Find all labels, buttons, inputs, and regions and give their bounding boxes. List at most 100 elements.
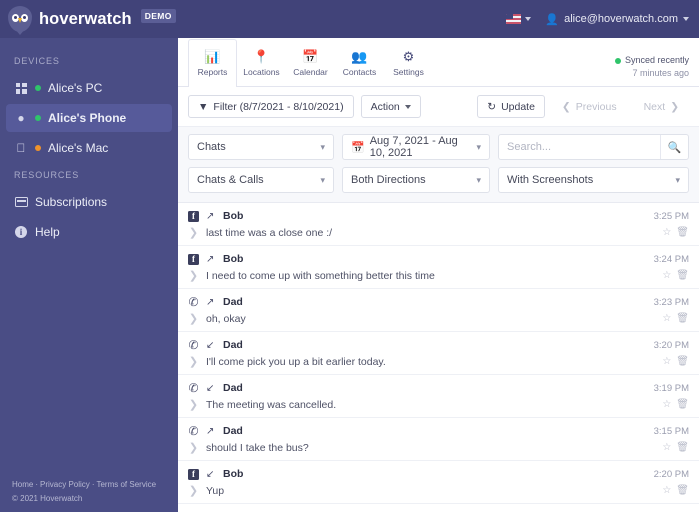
date-range-select[interactable]: 📅 Aug 7, 2021 - Aug 10, 2021 ▾ (342, 134, 490, 160)
filter-row-top: Chats ▾ 📅 Aug 7, 2021 - Aug 10, 2021 ▾ 🔍 (188, 134, 689, 160)
status-dot (35, 85, 41, 91)
update-button[interactable]: ↻ Update (477, 95, 545, 118)
trash-icon[interactable]: 🗑 (676, 399, 689, 410)
search-input[interactable] (499, 135, 660, 159)
direction-select[interactable]: Both Directions ▾ (342, 167, 490, 193)
message-actions: ☆ 🗑 (662, 270, 689, 281)
message-body: ❯ should I take the bus? ☆ 🗑 (188, 441, 689, 455)
footer-link-home[interactable]: Home (12, 480, 33, 489)
tab-label: Locations (243, 66, 280, 77)
sidebar-item-subscriptions[interactable]: Subscriptions (6, 188, 172, 216)
next-button[interactable]: Next ❯ (634, 95, 689, 118)
message-row[interactable]: f ↗ Bob 3:24 PM ❯ I need to come up with some… (178, 246, 699, 289)
chevron-right-icon[interactable]: ❯ (188, 484, 199, 497)
account-menu[interactable]: 👤 alice@hoverwatch.com (545, 13, 689, 26)
sidebar-item-alices-mac[interactable]:  Alice's Mac (6, 134, 172, 162)
footer-link-terms[interactable]: Terms of Service (96, 480, 156, 489)
whatsapp-icon: ✆ (188, 380, 199, 395)
sidebar: DEVICES Alice's PC ● Alice's Phone  Ali… (0, 38, 178, 512)
star-icon[interactable]: ☆ (662, 356, 671, 367)
screenshots-select[interactable]: With Screenshots ▾ (498, 167, 689, 193)
category-select-value: Chats & Calls (197, 174, 264, 186)
chart-bar-icon: 📊 (204, 48, 221, 64)
tab-bar: 📊 Reports 📍 Locations 📅 Calendar 👥 Conta… (178, 38, 699, 87)
demo-badge: DEMO (140, 9, 176, 23)
whatsapp-icon: ✆ (188, 423, 199, 438)
message-body: ❯ I need to come up with something better… (188, 269, 689, 283)
action-button[interactable]: Action (360, 95, 421, 118)
message-time: 3:20 PM (653, 339, 689, 351)
sidebar-item-label: Alice's Phone (48, 111, 127, 125)
star-icon[interactable]: ☆ (662, 485, 671, 496)
star-icon[interactable]: ☆ (662, 227, 671, 238)
chevron-right-icon[interactable]: ❯ (188, 312, 199, 325)
message-header: f ↗ Bob 3:24 PM (188, 253, 689, 265)
search-button[interactable]: 🔍 (660, 135, 688, 159)
filter-button[interactable]: ▼ Filter (8/7/2021 - 8/10/2021) (188, 95, 354, 118)
message-header: f ↗ Bob 3:25 PM (188, 210, 689, 222)
incoming-arrow-icon: ↙ (206, 468, 215, 480)
update-label: Update (501, 100, 535, 113)
trash-icon[interactable]: 🗑 (676, 442, 689, 453)
message-row[interactable]: f ↗ Bob 3:25 PM ❯ last time was a close one :… (178, 203, 699, 246)
tab-calendar[interactable]: 📅 Calendar (286, 39, 335, 86)
chevron-down-icon: ▾ (675, 174, 680, 185)
star-icon[interactable]: ☆ (662, 442, 671, 453)
chevron-right-icon[interactable]: ❯ (188, 441, 199, 454)
message-row[interactable]: ✆ ↙ Dad 3:19 PM ❯ The meeting was cancelled. ☆… (178, 375, 699, 418)
message-actions: ☆ 🗑 (662, 485, 689, 496)
tab-settings[interactable]: ⚙ Settings (384, 39, 433, 86)
sync-status-dot (614, 57, 621, 64)
tab-label: Contacts (342, 66, 377, 77)
chevron-right-icon[interactable]: ❯ (188, 355, 199, 368)
type-select[interactable]: Chats ▾ (188, 134, 334, 160)
chevron-right-icon[interactable]: ❯ (188, 226, 199, 239)
top-bar: hoverwatch DEMO 👤 alice@hoverwatch.com (0, 0, 699, 38)
star-icon[interactable]: ☆ (662, 313, 671, 324)
gears-icon: ⚙ (402, 48, 415, 64)
message-actions: ☆ 🗑 (662, 227, 689, 238)
message-text: last time was a close one :/ (206, 226, 333, 239)
app-body: DEVICES Alice's PC ● Alice's Phone  Ali… (0, 38, 699, 512)
category-select[interactable]: Chats & Calls ▾ (188, 167, 334, 193)
search-box: 🔍 (498, 134, 689, 160)
chevron-right-icon[interactable]: ❯ (188, 269, 199, 282)
next-label: Next (643, 100, 666, 113)
android-icon: ● (17, 111, 25, 125)
trash-icon[interactable]: 🗑 (676, 313, 689, 324)
message-row[interactable]: ✆ ↗ Dad 3:23 PM ❯ oh, okay ☆ 🗑 (178, 289, 699, 332)
trash-icon[interactable]: 🗑 (676, 485, 689, 496)
message-row[interactable]: ✆ ↗ Dad 3:15 PM ❯ should I take the bus? ☆ 🗑 (178, 418, 699, 461)
chevron-right-icon: ❯ (670, 100, 679, 113)
tab-contacts[interactable]: 👥 Contacts (335, 39, 384, 86)
previous-button[interactable]: ❮ Previous (552, 95, 627, 118)
chevron-right-icon[interactable]: ❯ (188, 398, 199, 411)
chevron-down-icon: ▾ (476, 174, 481, 185)
star-icon[interactable]: ☆ (662, 270, 671, 281)
sidebar-item-help[interactable]: i Help (6, 218, 172, 246)
trash-icon[interactable]: 🗑 (676, 227, 689, 238)
tab-locations[interactable]: 📍 Locations (237, 39, 286, 86)
action-label: Action (370, 100, 400, 113)
message-actions: ☆ 🗑 (662, 399, 689, 410)
trash-icon[interactable]: 🗑 (676, 356, 689, 367)
message-body: ❯ oh, okay ☆ 🗑 (188, 312, 689, 326)
message-row[interactable]: ✆ ↙ Dad 3:20 PM ❯ I'll come pick you up a bit… (178, 332, 699, 375)
outgoing-arrow-icon: ↗ (206, 253, 215, 265)
sidebar-item-alices-pc[interactable]: Alice's PC (6, 74, 172, 102)
sync-time-text: 7 minutes ago (632, 68, 689, 78)
tab-reports[interactable]: 📊 Reports (188, 39, 237, 87)
chevron-left-icon: ❮ (561, 100, 571, 113)
trash-icon[interactable]: 🗑 (676, 270, 689, 281)
footer-link-privacy[interactable]: Privacy Policy (40, 480, 90, 489)
message-text: I need to come up with something better … (206, 269, 435, 282)
sidebar-item-alices-phone[interactable]: ● Alice's Phone (6, 104, 172, 132)
brand-logo[interactable]: hoverwatch DEMO (8, 6, 176, 32)
filter-panel: Chats ▾ 📅 Aug 7, 2021 - Aug 10, 2021 ▾ 🔍 (178, 127, 699, 203)
language-switcher[interactable] (506, 14, 532, 24)
message-list: f ↗ Bob 3:25 PM ❯ last time was a close one :… (178, 203, 699, 512)
message-header: ✆ ↗ Dad 3:23 PM (188, 296, 689, 309)
star-icon[interactable]: ☆ (662, 399, 671, 410)
type-select-value: Chats (197, 141, 226, 153)
message-row[interactable]: f ↙ Bob 2:20 PM ❯ Yup ☆ 🗑 (178, 461, 699, 504)
